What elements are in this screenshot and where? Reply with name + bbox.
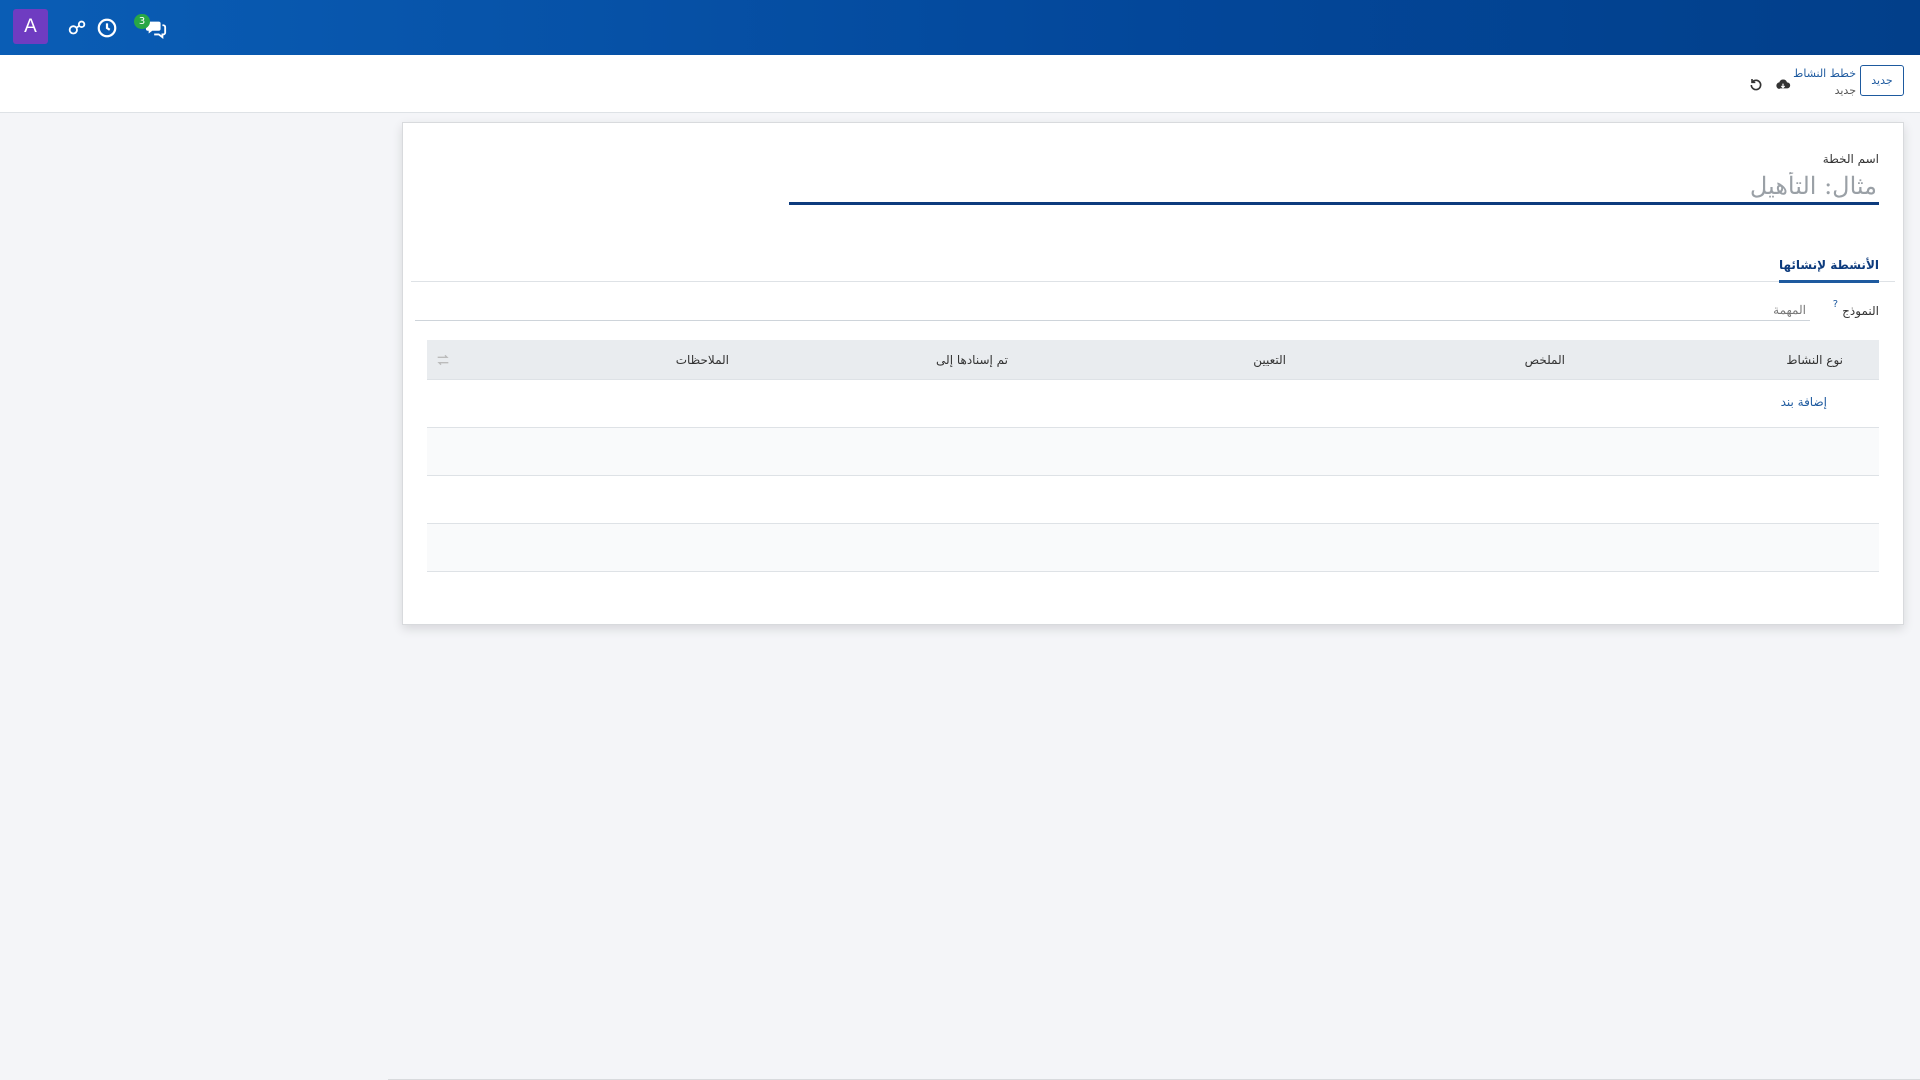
column-activity-type[interactable]: نوع النشاط	[1786, 340, 1843, 380]
save-cloud-icon[interactable]	[1775, 77, 1791, 93]
column-summary[interactable]: الملخص	[1525, 340, 1565, 380]
table-header: نوع النشاط الملخص التعيين تم إسنادها إلى…	[427, 340, 1879, 380]
table-row	[427, 476, 1879, 524]
breadcrumb: خطط النشاط جديد	[1793, 65, 1856, 99]
top-navbar: A 3	[0, 0, 1920, 55]
discard-undo-icon[interactable]	[1748, 77, 1764, 93]
plan-name-input[interactable]	[789, 169, 1879, 205]
control-panel: جديد خطط النشاط جديد	[0, 55, 1920, 113]
chat-badge: 3	[134, 14, 150, 29]
activities-table: نوع النشاط الملخص التعيين تم إسنادها إلى…	[427, 340, 1879, 572]
table-row	[427, 524, 1879, 572]
add-line-link[interactable]: إضافة بند	[1781, 395, 1827, 409]
table-row: إضافة بند	[427, 380, 1879, 428]
column-assigned-to[interactable]: تم إسنادها إلى	[936, 340, 1008, 380]
column-assignment[interactable]: التعيين	[1253, 340, 1286, 380]
template-input[interactable]	[415, 299, 1810, 321]
user-avatar[interactable]: A	[13, 9, 48, 44]
table-row	[427, 428, 1879, 476]
tabs-divider	[411, 281, 1895, 282]
breadcrumb-current: جديد	[1834, 84, 1856, 97]
new-button[interactable]: جديد	[1860, 65, 1904, 96]
template-label: النموذج	[1842, 304, 1879, 318]
optional-columns-icon[interactable]	[435, 352, 451, 368]
activity-icon[interactable]	[66, 17, 88, 39]
clock-icon[interactable]	[96, 17, 118, 39]
form-sheet: اسم الخطة الأنشطة لإنشائها النموذج ? نوع…	[402, 122, 1904, 625]
help-icon[interactable]: ?	[1833, 299, 1838, 310]
plan-name-label: اسم الخطة	[1822, 152, 1879, 166]
column-notes[interactable]: الملاحظات	[676, 340, 729, 380]
breadcrumb-parent[interactable]: خطط النشاط	[1793, 65, 1856, 82]
tab-activities[interactable]: الأنشطة لإنشائها	[1779, 253, 1879, 283]
